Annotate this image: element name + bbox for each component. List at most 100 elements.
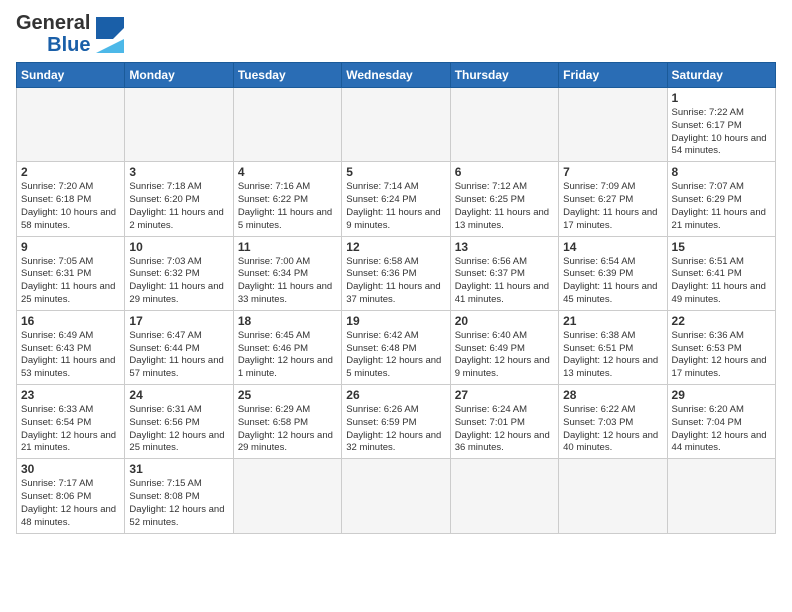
calendar-cell: 9 Sunrise: 7:05 AM Sunset: 6:31 PM Daylig… xyxy=(17,236,125,310)
weekday-header: Wednesday xyxy=(342,63,450,88)
calendar-cell: 20 Sunrise: 6:40 AM Sunset: 6:49 PM Dayli… xyxy=(450,310,558,384)
day-info: Sunrise: 7:15 AM Sunset: 8:08 PM Dayligh… xyxy=(129,478,228,529)
day-info: Sunrise: 7:00 AM Sunset: 6:34 PM Dayligh… xyxy=(238,256,337,307)
day-number: 18 xyxy=(238,314,337,328)
day-number: 10 xyxy=(129,240,228,254)
calendar-week-row: 1Sunrise: 7:22 AM Sunset: 6:17 PM Daylig… xyxy=(17,88,776,162)
calendar-header-row: SundayMondayTuesdayWednesdayThursdayFrid… xyxy=(17,63,776,88)
logo-blue-text: Blue xyxy=(47,34,90,56)
day-info: Sunrise: 6:24 AM Sunset: 7:01 PM Dayligh… xyxy=(455,404,554,455)
weekday-header: Sunday xyxy=(17,63,125,88)
day-info: Sunrise: 7:07 AM Sunset: 6:29 PM Dayligh… xyxy=(672,181,771,232)
day-number: 11 xyxy=(238,240,337,254)
calendar-cell: 12Sunrise: 6:58 AM Sunset: 6:36 PM Dayli… xyxy=(342,236,450,310)
day-info: Sunrise: 6:20 AM Sunset: 7:04 PM Dayligh… xyxy=(672,404,771,455)
day-number: 22 xyxy=(672,314,771,328)
calendar-cell xyxy=(233,459,341,533)
calendar-cell: 17 Sunrise: 6:47 AM Sunset: 6:44 PM Dayli… xyxy=(125,310,233,384)
calendar-cell: 15 Sunrise: 6:51 AM Sunset: 6:41 PM Dayli… xyxy=(667,236,775,310)
calendar-week-row: 30 Sunrise: 7:17 AM Sunset: 8:06 PM Dayli… xyxy=(17,459,776,533)
weekday-header: Thursday xyxy=(450,63,558,88)
day-info: Sunrise: 6:22 AM Sunset: 7:03 PM Dayligh… xyxy=(563,404,662,455)
weekday-header: Saturday xyxy=(667,63,775,88)
logo: General Blue xyxy=(16,12,124,56)
day-number: 30 xyxy=(21,462,120,476)
day-number: 20 xyxy=(455,314,554,328)
day-number: 6 xyxy=(455,165,554,179)
calendar-cell: 27Sunrise: 6:24 AM Sunset: 7:01 PM Dayli… xyxy=(450,385,558,459)
day-info: Sunrise: 6:42 AM Sunset: 6:48 PM Dayligh… xyxy=(346,330,445,381)
day-number: 7 xyxy=(563,165,662,179)
weekday-header: Monday xyxy=(125,63,233,88)
day-number: 2 xyxy=(21,165,120,179)
calendar-cell: 29 Sunrise: 6:20 AM Sunset: 7:04 PM Dayli… xyxy=(667,385,775,459)
day-info: Sunrise: 6:56 AM Sunset: 6:37 PM Dayligh… xyxy=(455,256,554,307)
day-info: Sunrise: 6:47 AM Sunset: 6:44 PM Dayligh… xyxy=(129,330,228,381)
day-number: 13 xyxy=(455,240,554,254)
day-info: Sunrise: 6:26 AM Sunset: 6:59 PM Dayligh… xyxy=(346,404,445,455)
day-info: Sunrise: 6:40 AM Sunset: 6:49 PM Dayligh… xyxy=(455,330,554,381)
calendar-week-row: 23Sunrise: 6:33 AM Sunset: 6:54 PM Dayli… xyxy=(17,385,776,459)
day-number: 25 xyxy=(238,388,337,402)
calendar-cell xyxy=(559,459,667,533)
calendar-cell: 21Sunrise: 6:38 AM Sunset: 6:51 PM Dayli… xyxy=(559,310,667,384)
day-info: Sunrise: 6:49 AM Sunset: 6:43 PM Dayligh… xyxy=(21,330,120,381)
calendar-cell: 31 Sunrise: 7:15 AM Sunset: 8:08 PM Dayli… xyxy=(125,459,233,533)
calendar-cell: 22Sunrise: 6:36 AM Sunset: 6:53 PM Dayli… xyxy=(667,310,775,384)
page-container: General Blue SundayMondayTuesdayWednesda… xyxy=(0,0,792,542)
day-number: 17 xyxy=(129,314,228,328)
calendar-cell xyxy=(17,88,125,162)
day-info: Sunrise: 6:33 AM Sunset: 6:54 PM Dayligh… xyxy=(21,404,120,455)
day-number: 14 xyxy=(563,240,662,254)
day-info: Sunrise: 7:03 AM Sunset: 6:32 PM Dayligh… xyxy=(129,256,228,307)
day-number: 9 xyxy=(21,240,120,254)
day-number: 4 xyxy=(238,165,337,179)
calendar-cell: 1Sunrise: 7:22 AM Sunset: 6:17 PM Daylig… xyxy=(667,88,775,162)
calendar-table: SundayMondayTuesdayWednesdayThursdayFrid… xyxy=(16,62,776,534)
day-number: 31 xyxy=(129,462,228,476)
calendar-cell: 14Sunrise: 6:54 AM Sunset: 6:39 PM Dayli… xyxy=(559,236,667,310)
calendar-cell xyxy=(450,88,558,162)
day-info: Sunrise: 6:31 AM Sunset: 6:56 PM Dayligh… xyxy=(129,404,228,455)
calendar-cell xyxy=(559,88,667,162)
day-number: 8 xyxy=(672,165,771,179)
calendar-cell: 8 Sunrise: 7:07 AM Sunset: 6:29 PM Daylig… xyxy=(667,162,775,236)
day-info: Sunrise: 6:38 AM Sunset: 6:51 PM Dayligh… xyxy=(563,330,662,381)
calendar-cell: 28Sunrise: 6:22 AM Sunset: 7:03 PM Dayli… xyxy=(559,385,667,459)
day-info: Sunrise: 7:09 AM Sunset: 6:27 PM Dayligh… xyxy=(563,181,662,232)
logo-image: General Blue xyxy=(16,12,124,56)
weekday-header: Friday xyxy=(559,63,667,88)
calendar-cell: 30 Sunrise: 7:17 AM Sunset: 8:06 PM Dayli… xyxy=(17,459,125,533)
day-info: Sunrise: 7:17 AM Sunset: 8:06 PM Dayligh… xyxy=(21,478,120,529)
day-info: Sunrise: 6:51 AM Sunset: 6:41 PM Dayligh… xyxy=(672,256,771,307)
calendar-cell: 3 Sunrise: 7:18 AM Sunset: 6:20 PM Daylig… xyxy=(125,162,233,236)
day-info: Sunrise: 7:05 AM Sunset: 6:31 PM Dayligh… xyxy=(21,256,120,307)
calendar-cell xyxy=(233,88,341,162)
day-number: 29 xyxy=(672,388,771,402)
day-info: Sunrise: 7:20 AM Sunset: 6:18 PM Dayligh… xyxy=(21,181,120,232)
calendar-cell: 10 Sunrise: 7:03 AM Sunset: 6:32 PM Dayli… xyxy=(125,236,233,310)
day-number: 26 xyxy=(346,388,445,402)
calendar-cell xyxy=(342,88,450,162)
calendar-cell: 5Sunrise: 7:14 AM Sunset: 6:24 PM Daylig… xyxy=(342,162,450,236)
calendar-cell xyxy=(450,459,558,533)
weekday-header: Tuesday xyxy=(233,63,341,88)
calendar-cell: 18Sunrise: 6:45 AM Sunset: 6:46 PM Dayli… xyxy=(233,310,341,384)
calendar-cell: 2 Sunrise: 7:20 AM Sunset: 6:18 PM Daylig… xyxy=(17,162,125,236)
calendar-cell: 23Sunrise: 6:33 AM Sunset: 6:54 PM Dayli… xyxy=(17,385,125,459)
calendar-week-row: 16Sunrise: 6:49 AM Sunset: 6:43 PM Dayli… xyxy=(17,310,776,384)
header: General Blue xyxy=(16,12,776,56)
day-info: Sunrise: 6:29 AM Sunset: 6:58 PM Dayligh… xyxy=(238,404,337,455)
calendar-cell: 4Sunrise: 7:16 AM Sunset: 6:22 PM Daylig… xyxy=(233,162,341,236)
day-number: 15 xyxy=(672,240,771,254)
day-number: 19 xyxy=(346,314,445,328)
calendar-week-row: 9 Sunrise: 7:05 AM Sunset: 6:31 PM Daylig… xyxy=(17,236,776,310)
day-number: 12 xyxy=(346,240,445,254)
calendar-cell: 7 Sunrise: 7:09 AM Sunset: 6:27 PM Daylig… xyxy=(559,162,667,236)
day-number: 3 xyxy=(129,165,228,179)
day-number: 24 xyxy=(129,388,228,402)
day-info: Sunrise: 7:12 AM Sunset: 6:25 PM Dayligh… xyxy=(455,181,554,232)
calendar-cell xyxy=(342,459,450,533)
calendar-cell: 26 Sunrise: 6:26 AM Sunset: 6:59 PM Dayli… xyxy=(342,385,450,459)
day-info: Sunrise: 7:18 AM Sunset: 6:20 PM Dayligh… xyxy=(129,181,228,232)
